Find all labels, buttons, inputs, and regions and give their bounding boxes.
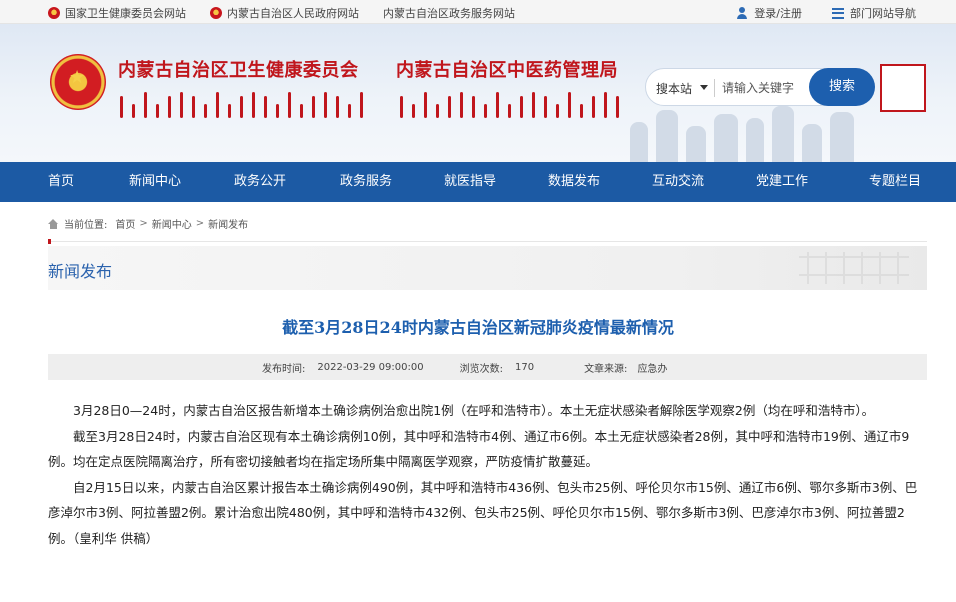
article-paragraph: 截至3月28日24时，内蒙古自治区现有本土确诊病例10例，其中呼和浩特市4例、通…	[48, 428, 910, 470]
home-icon	[48, 218, 59, 229]
calligraphy-seal-logo	[880, 64, 926, 112]
article-paragraph: 自2月15日以来，内蒙古自治区累计报告本土确诊病例490例，其中呼和浩特市436…	[48, 479, 918, 546]
login-label: 登录/注册	[754, 7, 802, 20]
site-title-health-commission: 内蒙古自治区卫生健康委员会	[118, 60, 359, 81]
article-paragraph: 3月28日0—24时，内蒙古自治区报告新增本土确诊病例治愈出院1例（在呼和浩特市…	[73, 403, 875, 418]
nav-item-interaction[interactable]: 互动交流	[626, 162, 730, 202]
link-label: 内蒙古自治区人民政府网站	[227, 7, 359, 20]
views-label: 浏览次数:	[459, 363, 503, 375]
link-services[interactable]: 内蒙古自治区政务服务网站	[383, 5, 515, 21]
account-links: 登录/注册 部门网站导航	[706, 5, 916, 21]
section-header: 新闻发布	[48, 246, 927, 290]
nav-item-gov-services[interactable]: 政务服务	[314, 162, 418, 202]
link-gov[interactable]: 内蒙古自治区人民政府网站	[210, 5, 359, 21]
search-button[interactable]: 搜索	[809, 68, 875, 106]
external-links: 国家卫生健康委员会网站 内蒙古自治区人民政府网站 内蒙古自治区政务服务网站	[48, 5, 539, 21]
fret-pattern-decoration	[799, 252, 909, 284]
dept-nav-link[interactable]: 部门网站导航	[832, 5, 916, 21]
source-label: 文章来源:	[584, 363, 628, 375]
site-search: 搜本站 搜索	[645, 68, 875, 106]
emblem-icon	[48, 7, 60, 19]
guide-label: 部门网站导航	[850, 7, 916, 20]
publish-date: 2022-03-29 09:00:00	[317, 361, 424, 373]
search-input[interactable]	[722, 78, 808, 98]
nav-item-topics[interactable]: 专题栏目	[834, 162, 956, 202]
breadcrumb-news-center[interactable]: 新闻中心	[152, 216, 192, 231]
people-silhouette-decoration	[620, 102, 880, 162]
search-scope-select[interactable]: 搜本站	[656, 80, 692, 97]
date-label: 发布时间:	[262, 363, 306, 375]
top-utility-bar: 国家卫生健康委员会网站 内蒙古自治区人民政府网站 内蒙古自治区政务服务网站 登录…	[0, 0, 956, 24]
nav-item-party[interactable]: 党建工作	[730, 162, 834, 202]
link-label: 国家卫生健康委员会网站	[65, 7, 186, 20]
nav-item-data[interactable]: 数据发布	[522, 162, 626, 202]
nav-item-home[interactable]: 首页	[0, 162, 104, 202]
site-title-tcm-bureau: 内蒙古自治区中医药管理局	[396, 60, 618, 81]
menu-icon	[832, 7, 844, 19]
section-title: 新闻发布	[48, 262, 113, 281]
divider	[48, 241, 927, 242]
views-count: 170	[514, 361, 535, 373]
header-banner: 内蒙古自治区卫生健康委员会 内蒙古自治区中医药管理局 搜本站 搜索	[0, 24, 956, 162]
nav-item-medical-guide[interactable]: 就医指导	[418, 162, 522, 202]
national-emblem-logo[interactable]	[50, 54, 106, 110]
mongolian-script-title-right	[400, 88, 628, 118]
breadcrumb-home[interactable]: 首页	[115, 216, 135, 231]
breadcrumb-prefix: 当前位置:	[64, 220, 108, 231]
user-icon	[736, 7, 748, 19]
breadcrumb-separator: >	[195, 218, 205, 229]
mongolian-script-title-left	[120, 88, 372, 118]
source-value: 应急办	[637, 363, 668, 375]
emblem-icon	[210, 7, 222, 19]
breadcrumb: 当前位置: 首页 > 新闻中心 > 新闻发布	[48, 216, 248, 231]
accent-marker	[48, 239, 51, 244]
chevron-down-icon[interactable]	[700, 85, 708, 90]
breadcrumb-separator: >	[139, 218, 148, 229]
link-nhc[interactable]: 国家卫生健康委员会网站	[48, 5, 186, 21]
nav-item-gov-affairs[interactable]: 政务公开	[206, 162, 314, 202]
main-nav: 首页 新闻中心 政务公开 政务服务 就医指导 数据发布 互动交流 党建工作 专题…	[0, 162, 956, 202]
breadcrumb-news-release[interactable]: 新闻发布	[208, 216, 248, 231]
article-body: 3月28日0—24时，内蒙古自治区报告新增本土确诊病例治愈出院1例（在呼和浩特市…	[48, 398, 928, 551]
nav-item-news[interactable]: 新闻中心	[104, 162, 206, 202]
login-register-link[interactable]: 登录/注册	[736, 5, 802, 21]
article-title: 截至3月28日24时内蒙古自治区新冠肺炎疫情最新情况	[282, 318, 674, 337]
article-meta: 发布时间: 2022-03-29 09:00:00 浏览次数: 170 文章来源…	[48, 354, 927, 380]
search-divider	[714, 79, 715, 97]
link-label: 内蒙古自治区政务服务网站	[383, 7, 515, 20]
